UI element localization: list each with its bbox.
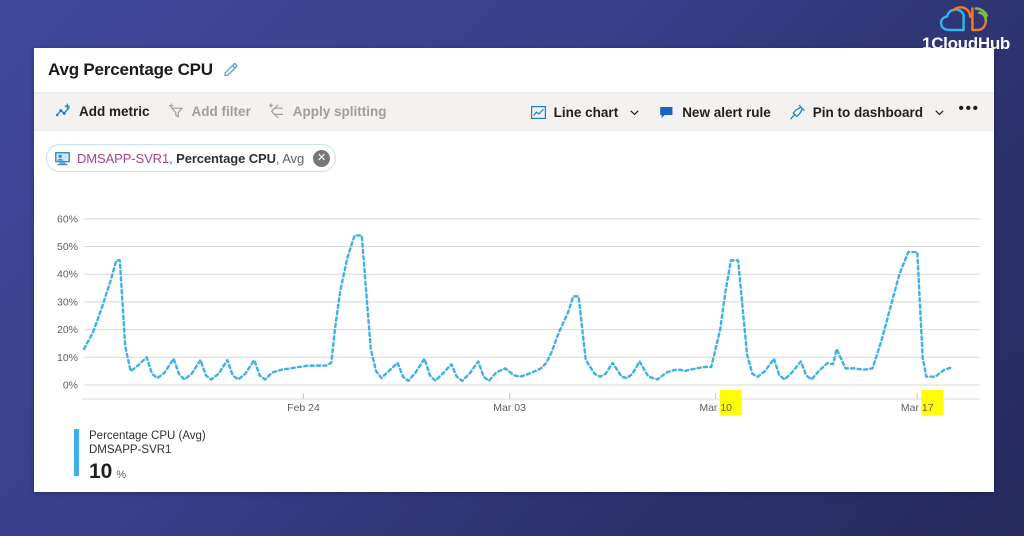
legend-body: Percentage CPU (Avg) DMSAPP-SVR1 10 % (89, 429, 206, 482)
metric-chip-text: DMSAPP-SVR1, Percentage CPU, Avg (77, 151, 304, 166)
apply-splitting-label: Apply splitting (292, 104, 387, 119)
add-metric-icon (55, 103, 72, 120)
legend-unit: % (116, 469, 127, 481)
legend-metric-name: Percentage CPU (Avg) (89, 430, 206, 442)
more-options-button[interactable]: ••• (954, 97, 984, 127)
add-metric-label: Add metric (79, 104, 150, 119)
chart-x-axis-ticks (303, 393, 918, 399)
title-row: Avg Percentage CPU (34, 48, 994, 92)
line-chart-icon (530, 104, 547, 121)
legend-color-swatch (74, 429, 79, 476)
close-icon[interactable]: ✕ (313, 149, 331, 167)
apply-splitting-icon (268, 103, 286, 120)
apply-splitting-button[interactable]: Apply splitting (260, 97, 396, 127)
add-filter-button[interactable]: Add filter (159, 97, 260, 127)
chevron-down-icon (629, 107, 640, 118)
command-bar-left: Add metric Add filter Apply splitting (46, 97, 396, 127)
legend-value-row: 10 % (89, 461, 206, 482)
y-tick-label: 40% (57, 269, 78, 281)
chart-series (82, 234, 955, 383)
metrics-card: Avg Percentage CPU Add metric Add filter… (34, 48, 994, 492)
series-line (82, 234, 955, 383)
x-tick-label: Mar 10 (699, 402, 732, 414)
chart-plot-area: 0% 10% 20% 30% 40% 50% 60% Feb 24 Mar 03 Mar 10 M… (42, 179, 986, 419)
pencil-icon[interactable] (222, 62, 239, 79)
page-title: Avg Percentage CPU (48, 60, 213, 79)
chevron-down-icon (934, 107, 945, 118)
x-tick-label: Feb 24 (287, 402, 320, 414)
command-bar: Add metric Add filter Apply splitting Li… (34, 92, 994, 131)
legend-resource-name: DMSAPP-SVR1 (89, 444, 172, 456)
pin-to-dashboard-label: Pin to dashboard (812, 104, 923, 120)
metric-chip-row: DMSAPP-SVR1, Percentage CPU, Avg ✕ (34, 131, 994, 179)
y-tick-label: 20% (57, 324, 78, 336)
pin-icon (789, 104, 806, 121)
metric-chip-aggregation: Avg (282, 150, 305, 166)
y-tick-label: 10% (57, 352, 78, 364)
metrics-line-chart: 0% 10% 20% 30% 40% 50% 60% Feb 24 Mar 03 Mar 10 M… (57, 213, 980, 415)
new-alert-rule-button[interactable]: New alert rule (649, 97, 780, 127)
brand-logo: 1CloudHub (922, 4, 1010, 52)
pin-to-dashboard-button[interactable]: Pin to dashboard (780, 97, 954, 127)
metric-chip[interactable]: DMSAPP-SVR1, Percentage CPU, Avg ✕ (46, 144, 337, 172)
add-filter-label: Add filter (191, 104, 251, 119)
y-tick-label: 50% (57, 241, 78, 253)
x-tick-label: Mar 03 (493, 402, 526, 414)
new-alert-rule-label: New alert rule (682, 104, 771, 120)
y-tick-label: 60% (57, 213, 78, 225)
add-filter-icon (168, 103, 185, 120)
chart-legend: Percentage CPU (Avg) DMSAPP-SVR1 10 % (74, 429, 994, 482)
y-tick-label: 0% (63, 380, 78, 392)
metric-chip-metric: Percentage CPU (176, 150, 276, 166)
add-metric-button[interactable]: Add metric (46, 97, 159, 127)
chart-y-axis-labels: 0% 10% 20% 30% 40% 50% 60% (57, 213, 78, 391)
x-tick-label: Mar 17 (901, 402, 934, 414)
chart-x-axis-labels: Feb 24 Mar 03 Mar 10 Mar 17 (287, 390, 944, 415)
command-bar-right: Line chart New alert rule Pin to dashboa… (521, 97, 984, 127)
line-chart-button[interactable]: Line chart (521, 97, 650, 127)
line-chart-label: Line chart (553, 104, 619, 120)
chart-gridlines (82, 218, 980, 400)
cloud-logo-icon (939, 6, 989, 32)
monitor-icon (54, 151, 71, 166)
legend-current-value: 10 (89, 460, 113, 483)
metric-chip-resource: DMSAPP-SVR1 (77, 150, 170, 166)
y-tick-label: 30% (57, 296, 78, 308)
alert-rule-icon (658, 104, 675, 121)
